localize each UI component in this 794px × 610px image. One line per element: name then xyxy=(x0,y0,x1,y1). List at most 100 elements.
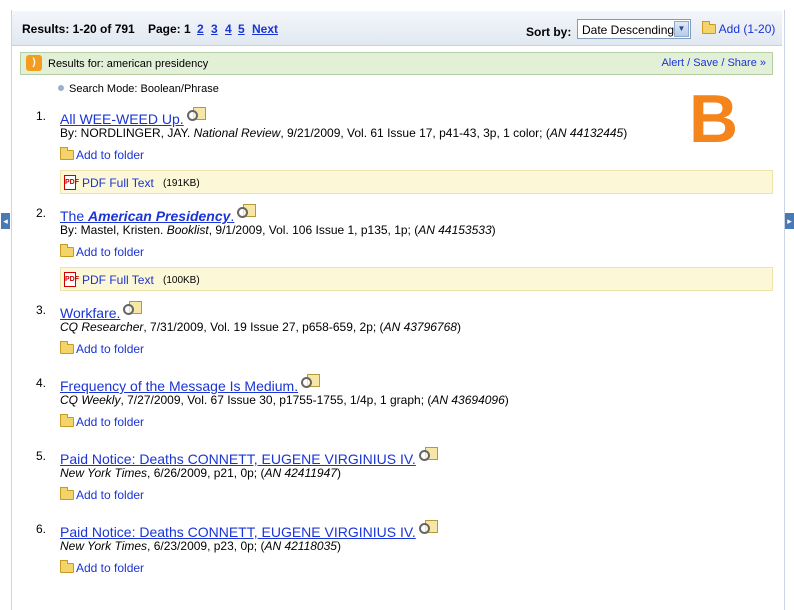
result-citation: CQ Researcher, 7/31/2009, Vol. 19 Issue … xyxy=(60,320,461,334)
result-number: 6. xyxy=(36,522,47,536)
pdf-full-text-link[interactable]: PDF Full Text xyxy=(82,273,154,287)
result-citation: CQ Weekly, 7/27/2009, Vol. 67 Issue 30, … xyxy=(60,393,509,407)
result-accession-number: AN 42118035 xyxy=(264,539,337,553)
result-accession-number: AN 44132445 xyxy=(549,126,624,140)
overlay-letter: B xyxy=(689,81,739,157)
result-details: , 7/31/2009, Vol. 19 Issue 27, p658-659,… xyxy=(143,320,384,334)
next-page-link[interactable]: Next xyxy=(252,22,278,36)
result-title-link[interactable]: Workfare. xyxy=(60,305,120,321)
result-citation-close: ) xyxy=(623,126,628,140)
result-author: By: Mastel, Kristen. xyxy=(60,223,167,237)
result-accession-number: AN 42411947 xyxy=(264,466,337,480)
result-citation-close: ) xyxy=(456,320,461,334)
result-title: Workfare. xyxy=(60,301,143,321)
result-title-highlight: American Presidency xyxy=(88,208,231,224)
folder-icon xyxy=(60,341,74,354)
page-link-3[interactable]: 3 xyxy=(211,22,218,36)
folder-icon xyxy=(60,414,74,427)
result-details: , 9/1/2009, Vol. 106 Issue 1, p135, 1p; … xyxy=(208,223,419,237)
collapse-left-arrow-icon[interactable]: ◂ xyxy=(1,213,10,229)
page-link-5[interactable]: 5 xyxy=(238,22,245,36)
result-title-link[interactable]: All WEE-WEED Up. xyxy=(60,111,184,127)
preview-magnifier-icon[interactable] xyxy=(237,204,257,219)
add-all-to-folder[interactable]: Add (1-20) xyxy=(702,21,776,36)
rss-icon[interactable]: ) xyxy=(26,55,42,71)
result-details: , 6/26/2009, p21, 0p; ( xyxy=(147,466,265,480)
folder-icon xyxy=(60,487,74,500)
pdf-icon: PDF xyxy=(64,272,79,287)
search-query: american presidency xyxy=(106,58,209,70)
add-to-folder[interactable]: Add to folder xyxy=(60,244,144,259)
search-mode-text: Search Mode: Boolean/Phrase xyxy=(69,83,219,95)
result-title: Paid Notice: Deaths CONNETT, EUGENE VIRG… xyxy=(60,447,439,467)
result-number: 3. xyxy=(36,303,47,317)
result-details: , 6/23/2009, p23, 0p; ( xyxy=(147,539,265,553)
add-to-folder-link[interactable]: Add to folder xyxy=(76,488,144,502)
full-text-bar: PDF PDF Full Text (191KB) xyxy=(60,170,773,194)
result-number: 5. xyxy=(36,449,47,463)
result-citation-close: ) xyxy=(336,539,341,553)
folder-icon xyxy=(702,21,716,34)
pdf-full-text-link[interactable]: PDF Full Text xyxy=(82,176,154,190)
full-text-bar: PDF PDF Full Text (100KB) xyxy=(60,267,773,291)
result-title-link[interactable]: The American Presidency. xyxy=(60,208,234,224)
result-number: 4. xyxy=(36,376,47,390)
pdf-icon: PDF xyxy=(64,175,79,190)
result-citation-close: ) xyxy=(504,393,509,407)
add-to-folder[interactable]: Add to folder xyxy=(60,147,144,162)
preview-magnifier-icon[interactable] xyxy=(418,520,439,535)
result-source: CQ Weekly xyxy=(60,393,121,407)
preview-magnifier-icon[interactable] xyxy=(123,301,143,316)
result-title: Paid Notice: Deaths CONNETT, EUGENE VIRG… xyxy=(60,520,439,540)
add-to-folder-link[interactable]: Add to folder xyxy=(76,561,144,575)
page-label: Page: 1 xyxy=(148,22,191,36)
bullet-icon xyxy=(58,85,64,91)
result-source: Booklist xyxy=(166,223,209,237)
pdf-file-size: (100KB) xyxy=(163,275,200,286)
chevron-down-icon[interactable]: ▼ xyxy=(674,21,689,37)
result-author: By: NORDLINGER, JAY. xyxy=(60,126,194,140)
result-citation-close: ) xyxy=(336,466,341,480)
add-to-folder-link[interactable]: Add to folder xyxy=(76,245,144,259)
result-accession-number: AN 43796768 xyxy=(383,320,457,334)
result-number: 2. xyxy=(36,206,47,220)
result-title: The American Presidency. xyxy=(60,204,257,224)
result-title-link[interactable]: Paid Notice: Deaths CONNETT, EUGENE VIRG… xyxy=(60,524,416,540)
results-for-label: Results for: xyxy=(48,58,104,70)
folder-icon xyxy=(60,147,74,160)
add-all-link[interactable]: Add (1-20) xyxy=(719,22,776,36)
result-citation: By: NORDLINGER, JAY. National Review, 9/… xyxy=(60,126,627,140)
result-accession-number: AN 44153533 xyxy=(418,223,492,237)
add-to-folder[interactable]: Add to folder xyxy=(60,414,144,429)
preview-magnifier-icon[interactable] xyxy=(301,374,321,389)
results-toolbar: Results: 1-20 of 791 Page: 1 2 3 4 5 Nex… xyxy=(12,11,782,46)
result-source: National Review xyxy=(193,126,281,140)
collapse-right-arrow-icon[interactable]: ▸ xyxy=(785,213,794,229)
result-details: , 9/21/2009, Vol. 61 Issue 17, p41-43, 3… xyxy=(280,126,550,140)
search-mode: Search Mode: Boolean/Phrase xyxy=(58,83,219,95)
result-accession-number: AN 43694096 xyxy=(431,393,505,407)
result-citation: New York Times, 6/26/2009, p21, 0p; (AN … xyxy=(60,466,341,480)
result-citation: By: Mastel, Kristen. Booklist, 9/1/2009,… xyxy=(60,223,496,237)
alert-save-share-link[interactable]: Alert / Save / Share » xyxy=(661,57,766,69)
result-title-prefix: The xyxy=(60,208,89,224)
result-title-link[interactable]: Frequency of the Message Is Medium. xyxy=(60,378,298,394)
page-link-2[interactable]: 2 xyxy=(197,22,204,36)
preview-magnifier-icon[interactable] xyxy=(186,107,207,122)
preview-magnifier-icon[interactable] xyxy=(418,447,439,462)
sort-selected-value: Date Descending xyxy=(582,23,675,37)
result-details: , 7/27/2009, Vol. 67 Issue 30, p1755-175… xyxy=(120,393,432,407)
add-to-folder[interactable]: Add to folder xyxy=(60,341,144,356)
result-title-suffix: . xyxy=(230,208,235,224)
sort-label: Sort by: xyxy=(526,25,572,39)
page-link-4[interactable]: 4 xyxy=(225,22,232,36)
result-number: 1. xyxy=(36,109,47,123)
result-citation: New York Times, 6/23/2009, p23, 0p; (AN … xyxy=(60,539,341,553)
add-to-folder[interactable]: Add to folder xyxy=(60,560,144,575)
add-to-folder-link[interactable]: Add to folder xyxy=(76,415,144,429)
add-to-folder-link[interactable]: Add to folder xyxy=(76,342,144,356)
add-to-folder-link[interactable]: Add to folder xyxy=(76,148,144,162)
sort-select[interactable]: Date Descending ▼ xyxy=(577,19,691,39)
add-to-folder[interactable]: Add to folder xyxy=(60,487,144,502)
result-title-link[interactable]: Paid Notice: Deaths CONNETT, EUGENE VIRG… xyxy=(60,451,416,467)
